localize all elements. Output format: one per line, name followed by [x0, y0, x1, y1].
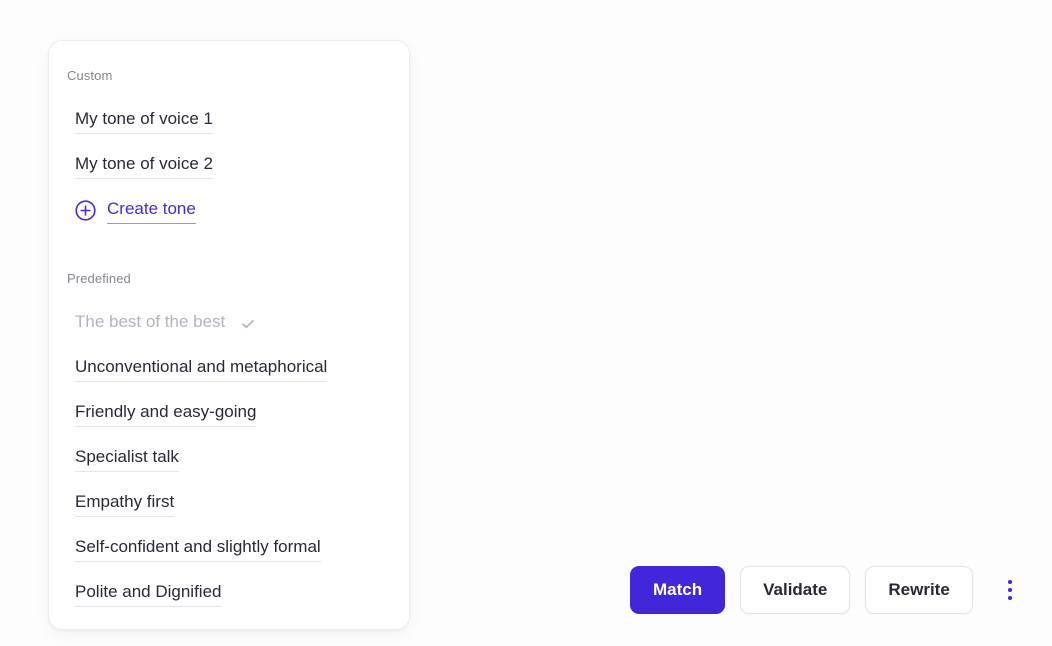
group-label-custom: Custom [67, 68, 113, 83]
create-tone-label[interactable]: Create tone [107, 198, 196, 224]
list-item[interactable]: Polite and Dignified [49, 571, 409, 616]
predefined-tone-list: The best of the best Unconventional and … [49, 301, 409, 616]
tone-option-specialist-talk[interactable]: Specialist talk [75, 446, 179, 472]
list-item[interactable]: My tone of voice 1 [49, 98, 409, 143]
tone-option-unconventional-and-metaphorical[interactable]: Unconventional and metaphorical [75, 356, 328, 382]
kebab-dot [1007, 580, 1012, 584]
kebab-menu-icon[interactable] [993, 566, 1027, 614]
tone-option-friendly-and-easy-going[interactable]: Friendly and easy-going [75, 401, 257, 427]
list-item[interactable]: Unconventional and metaphorical [49, 346, 409, 391]
custom-tone-list: My tone of voice 1 My tone of voice 2 [49, 98, 409, 188]
list-item[interactable]: Empathy first [49, 481, 409, 526]
tone-option-empathy-first[interactable]: Empathy first [75, 491, 175, 517]
tone-option-polite-and-dignified[interactable]: Polite and Dignified [75, 581, 222, 607]
list-item-selected[interactable]: The best of the best [49, 301, 409, 346]
list-item[interactable]: Specialist talk [49, 436, 409, 481]
tone-option-self-confident-and-slightly-formal[interactable]: Self-confident and slightly formal [75, 536, 321, 562]
tone-option-my-tone-of-voice-2[interactable]: My tone of voice 2 [75, 153, 213, 179]
rewrite-button[interactable]: Rewrite [865, 566, 973, 614]
kebab-dot [1007, 588, 1012, 592]
page-canvas: Custom My tone of voice 1 My tone of voi… [0, 0, 1052, 646]
tone-option-the-best-of-the-best[interactable]: The best of the best [75, 311, 225, 336]
kebab-dot [1007, 596, 1012, 600]
match-button[interactable]: Match [630, 566, 726, 614]
tone-of-voice-panel: Custom My tone of voice 1 My tone of voi… [48, 40, 410, 630]
group-label-predefined: Predefined [67, 271, 131, 286]
list-item[interactable]: Friendly and easy-going [49, 391, 409, 436]
create-tone-button[interactable]: Create tone [49, 188, 409, 233]
tone-option-my-tone-of-voice-1[interactable]: My tone of voice 1 [75, 108, 213, 134]
action-bar: Match Validate Rewrite [630, 566, 1027, 614]
check-icon [240, 316, 256, 332]
list-item[interactable]: My tone of voice 2 [49, 143, 409, 188]
validate-button[interactable]: Validate [740, 566, 851, 614]
plus-circle-icon [75, 200, 96, 221]
list-item[interactable]: Self-confident and slightly formal [49, 526, 409, 571]
